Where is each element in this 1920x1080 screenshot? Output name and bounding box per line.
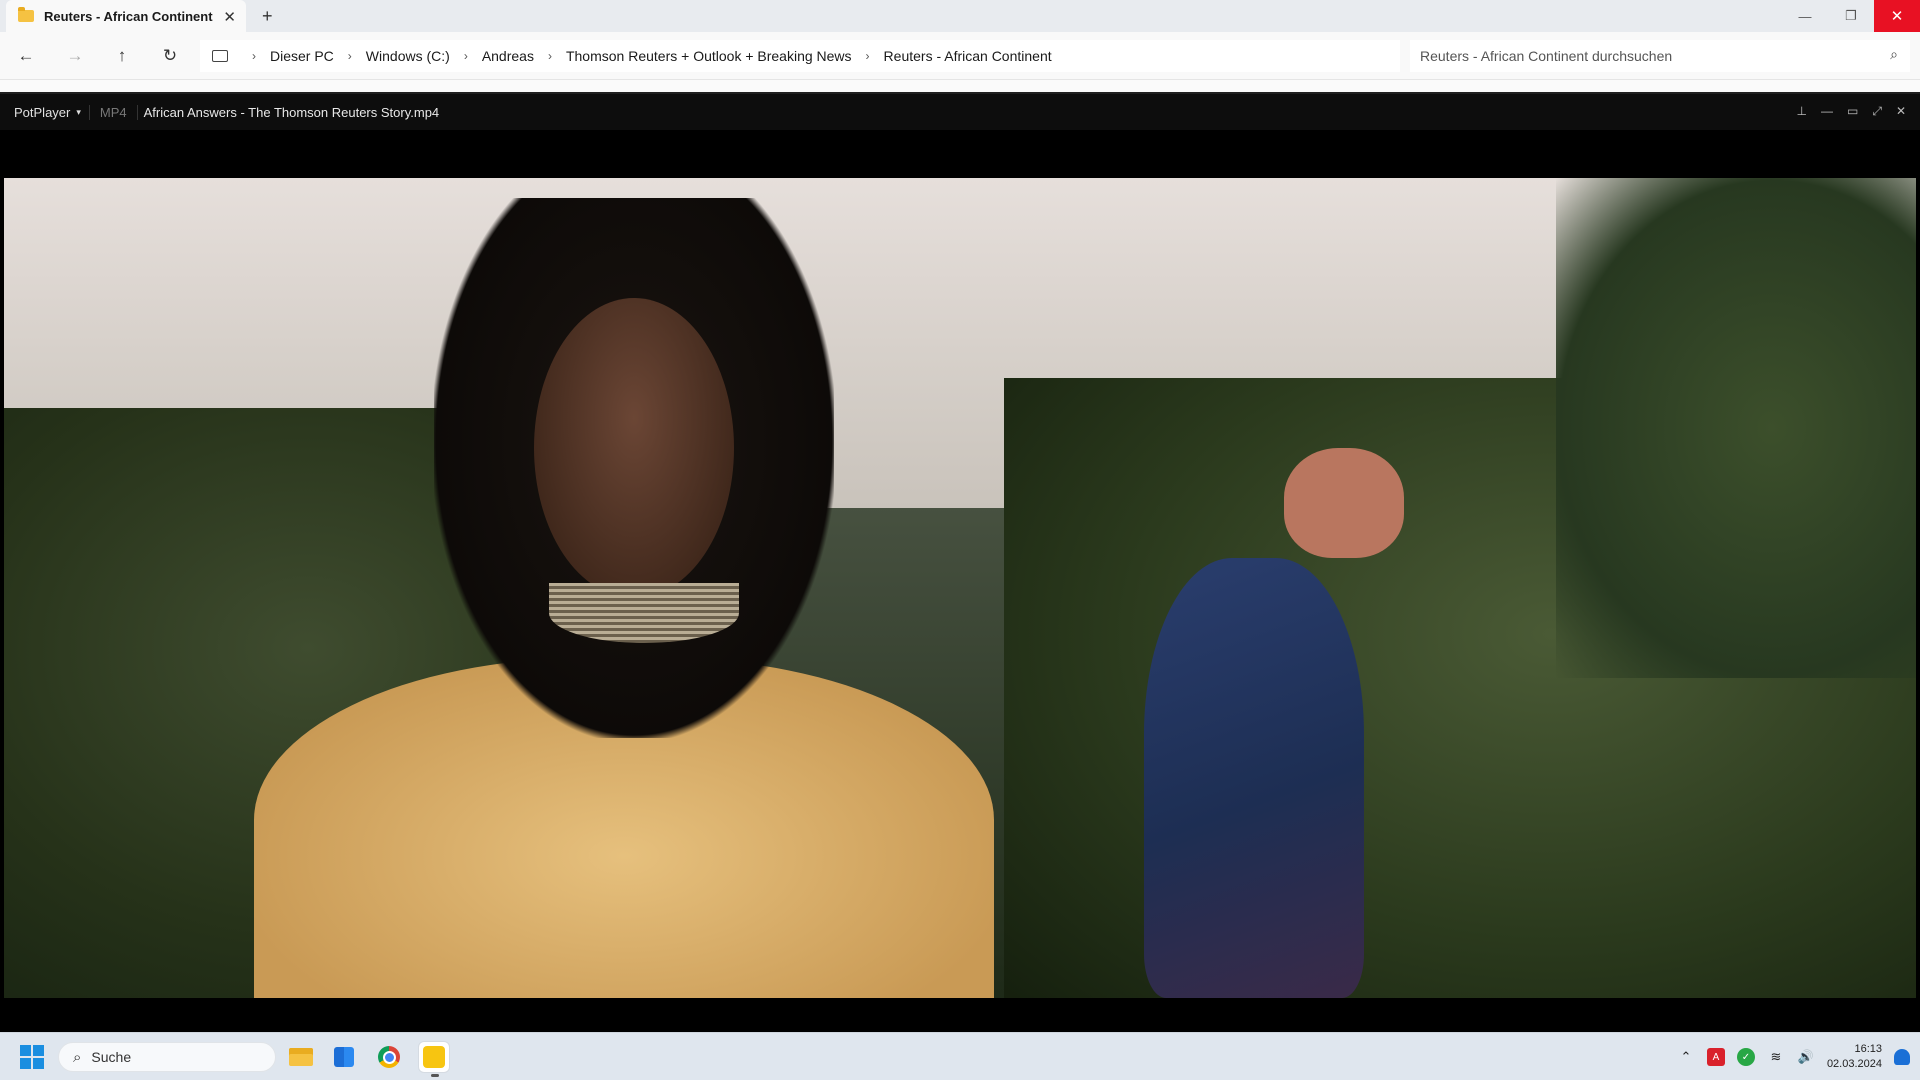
folder-icon [18,7,34,22]
computer-icon [212,50,228,62]
player-brand: PotPlayer [14,104,71,120]
file-explorer-icon[interactable] [285,1041,317,1073]
minimize-button[interactable]: — [1782,0,1828,32]
video-second-woman-body [1144,558,1364,998]
address-bar[interactable]: › Dieser PC › Windows (C:) › Andreas › T… [200,40,1400,72]
restore-button[interactable]: ❐ [1828,0,1874,32]
chevron-right-icon[interactable]: › [348,49,352,63]
new-tab-button[interactable]: + [262,6,273,27]
back-arrow-icon[interactable]: ← [12,42,40,70]
search-placeholder: Reuters - African Continent durchsuchen [1420,48,1673,64]
fullscreen-icon[interactable]: ⤢ [1872,104,1882,119]
defender-icon[interactable]: ✓ [1736,1048,1755,1066]
potplayer-menu-button[interactable]: PotPlayer ▾ [0,105,89,120]
potplayer-window: PotPlayer ▾ MP4 African Answers - The Th… [0,92,1920,1032]
tab-close-icon[interactable]: ✕ [223,8,236,26]
folder-search-input[interactable]: Reuters - African Continent durchsuchen … [1410,40,1910,72]
speaker-icon[interactable]: 🔊 [1797,1048,1815,1066]
breadcrumb-windows-c[interactable]: Windows (C:) [366,48,450,64]
breadcrumb-thomson-reuters[interactable]: Thomson Reuters + Outlook + Breaking New… [566,48,852,64]
clock[interactable]: 16:13 02.03.2024 [1827,1042,1882,1072]
player-window-controls: ⊥ — ▭ ⤢ ✕ [1797,104,1906,119]
chevron-right-icon[interactable]: › [464,49,468,63]
active-indicator [431,1074,439,1077]
file-format-label: MP4 [88,104,137,120]
maximize-icon[interactable]: ▭ [1847,104,1858,119]
explorer-tab-bar: Reuters - African Continent ✕ + — ❐ ✕ [0,0,1920,32]
taskbar: ⌕ Suche ⌃ A ✓ ≋ 🔊 16:13 02.03.2024 [0,1032,1920,1080]
close-icon[interactable]: ✕ [1896,104,1906,119]
minimize-icon[interactable]: — [1821,104,1833,119]
chevron-right-icon[interactable]: › [252,49,256,63]
chevron-right-icon[interactable]: › [866,49,870,63]
up-arrow-icon[interactable]: ↑ [108,42,136,70]
player-title-bar: PotPlayer ▾ MP4 African Answers - The Th… [0,92,1920,130]
chevron-down-icon: ▾ [76,106,81,117]
tab-title: Reuters - African Continent [44,8,213,24]
explorer-content-strip [0,80,1920,92]
acrobat-icon[interactable]: A [1706,1048,1725,1066]
window-controls: — ❐ ✕ [1782,0,1920,32]
breadcrumb-andreas[interactable]: Andreas [482,48,534,64]
chevron-up-icon[interactable]: ⌃ [1677,1048,1695,1066]
video-second-woman-headwrap [1284,448,1404,558]
tab-reuters-african-continent[interactable]: Reuters - African Continent ✕ [6,0,246,32]
close-button[interactable]: ✕ [1874,0,1920,32]
clock-time: 16:13 [1854,1043,1882,1055]
system-tray: ⌃ A ✓ ≋ 🔊 16:13 02.03.2024 [1677,1033,1910,1080]
windows-start-icon[interactable] [20,1045,44,1069]
refresh-icon[interactable]: ↻ [156,42,184,70]
breadcrumb-reuters-african-continent[interactable]: Reuters - African Continent [884,48,1052,64]
notification-bell-icon[interactable] [1894,1049,1910,1065]
video-trees [1556,178,1916,678]
search-icon: ⌕ [73,1048,82,1066]
chevron-right-icon[interactable]: › [548,49,552,63]
chrome-icon[interactable] [373,1041,405,1073]
video-woman-face [534,298,734,598]
microsoft-store-icon[interactable] [328,1041,360,1073]
wifi-icon[interactable]: ≋ [1767,1048,1785,1066]
video-frame[interactable] [4,178,1916,998]
taskbar-search[interactable]: ⌕ Suche [58,1042,276,1072]
search-icon: ⌕ [1890,46,1898,62]
forward-arrow-icon[interactable]: → [61,42,89,70]
file-name: African Answers - The Thomson Reuters St… [136,104,446,120]
potplayer-icon[interactable] [418,1041,450,1077]
taskbar-search-label: Suche [91,1049,132,1065]
navigation-bar: ← → ↑ ↻ › Dieser PC › Windows (C:) › And… [0,32,1920,80]
breadcrumb-dieser-pc[interactable]: Dieser PC [270,48,334,64]
video-necklace [549,583,739,643]
pin-icon[interactable]: ⊥ [1797,104,1807,119]
clock-date: 02.03.2024 [1826,1058,1882,1070]
